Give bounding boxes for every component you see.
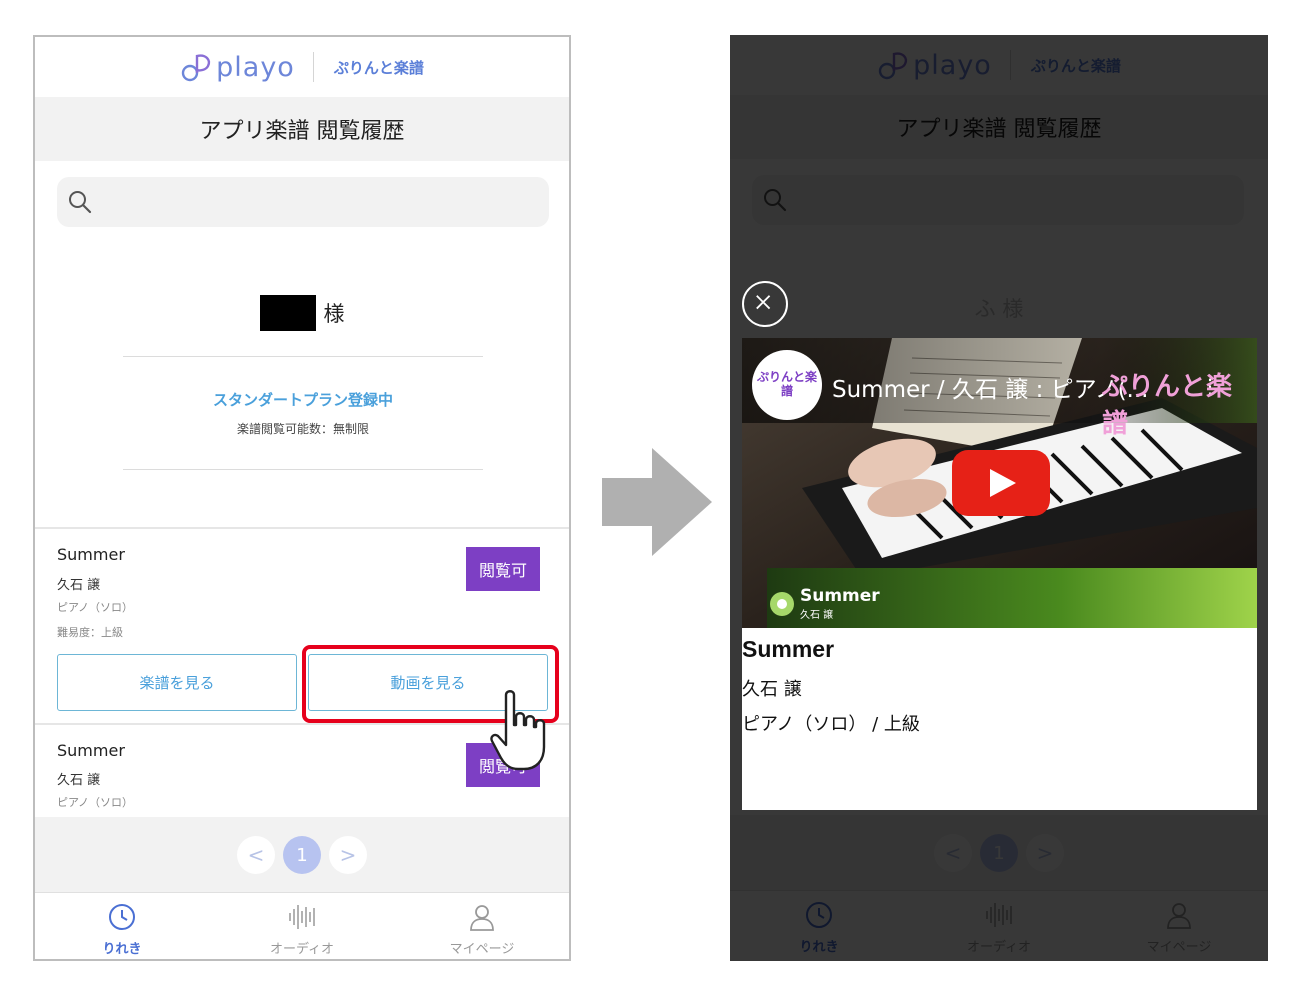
view-score-button[interactable]: 楽譜を見る <box>57 654 297 711</box>
youtube-play-icon[interactable] <box>952 450 1050 516</box>
plan-view-count: 楽譜閲覧可能数：無制限 <box>236 422 369 436</box>
video-player[interactable]: ぷりんと楽譜 Summer / 久石 譲 : ピアノ(... ⋮ ぷりんと楽譜 … <box>742 338 1257 628</box>
transition-arrow-icon <box>602 448 712 556</box>
item-artist: 久石 譲 <box>57 773 101 788</box>
channel-logo[interactable]: ぷりんと楽譜 <box>752 350 822 420</box>
close-modal-button[interactable] <box>742 281 788 327</box>
playo-logo-icon <box>181 54 211 82</box>
current-page[interactable]: 1 <box>283 836 321 874</box>
close-icon <box>756 295 771 310</box>
search-input[interactable] <box>57 177 549 227</box>
modal-instrument-level: ピアノ（ソロ） / 上級 <box>742 714 920 735</box>
item-title: Summer <box>57 741 125 760</box>
item-artist: 久石 譲 <box>57 578 101 593</box>
tab-history[interactable]: りれき <box>62 893 182 959</box>
bottom-tab-bar: りれき オーディオ マイページ <box>35 892 569 959</box>
tab-label: オーディオ <box>269 942 335 957</box>
video-title[interactable]: Summer / 久石 譲 : ピアノ(... <box>832 370 1148 404</box>
list-divider <box>35 527 569 529</box>
next-page-button[interactable]: > <box>329 836 367 874</box>
modal-artist: 久石 譲 <box>742 679 802 700</box>
item-level: 難易度：上級 <box>57 626 123 639</box>
item-instrument: ピアノ（ソロ） <box>57 796 134 809</box>
tab-mypage[interactable]: マイページ <box>422 893 542 959</box>
app-logo[interactable]: playo ぷりんと楽譜 <box>180 50 424 84</box>
video-banner-artist: 久石 譲 <box>800 610 834 621</box>
plan-name[interactable]: スタンダートプラン登録中 <box>123 389 483 410</box>
video-banner-title: Summer <box>800 586 880 606</box>
plan-status: スタンダートプラン登録中 楽譜閲覧可能数：無制限 <box>123 356 483 470</box>
pointer-hand-icon <box>490 690 546 771</box>
phone-screen-video-modal: playo ぷりんと楽譜 アプリ楽譜 閲覧履歴 < 1 > りれき <box>730 35 1268 961</box>
video-brand-text: ぷりんと楽譜 <box>1102 372 1233 439</box>
modal-title: Summer <box>742 636 835 662</box>
channel-logo-text: ぷりんと楽譜 <box>756 370 817 398</box>
logo-subtitle: ぷりんと楽譜 <box>333 58 424 77</box>
person-icon <box>470 905 494 931</box>
tab-audio[interactable]: オーディオ <box>242 893 362 959</box>
item-instrument: ピアノ（ソロ） <box>57 601 134 614</box>
tab-label: マイページ <box>449 942 515 957</box>
video-modal: ぷりんと楽譜 Summer / 久石 譲 : ピアノ(... ⋮ ぷりんと楽譜 … <box>742 338 1257 810</box>
item-title: Summer <box>57 545 125 564</box>
tab-label: りれき <box>102 942 142 957</box>
user-suffix: 様 <box>323 302 345 326</box>
app-header: playo ぷりんと楽譜 <box>35 37 569 97</box>
logo-divider <box>312 52 314 82</box>
audio-wave-icon <box>289 905 315 929</box>
viewable-badge: 閲覧可 <box>466 547 540 591</box>
clock-icon <box>109 904 135 930</box>
phone-screen-history: playo ぷりんと楽譜 アプリ楽譜 閲覧履歴 様 スタンダートプラン登録中 楽… <box>33 35 571 961</box>
user-greeting: 様 <box>35 293 569 333</box>
search-icon <box>69 191 92 214</box>
user-greeting: ふ 様 <box>974 297 1024 321</box>
redacted-username <box>259 295 316 331</box>
prev-page-button[interactable]: < <box>237 836 275 874</box>
logo-text: playo <box>216 51 295 83</box>
page-title: アプリ楽譜 閲覧履歴 <box>35 97 569 161</box>
